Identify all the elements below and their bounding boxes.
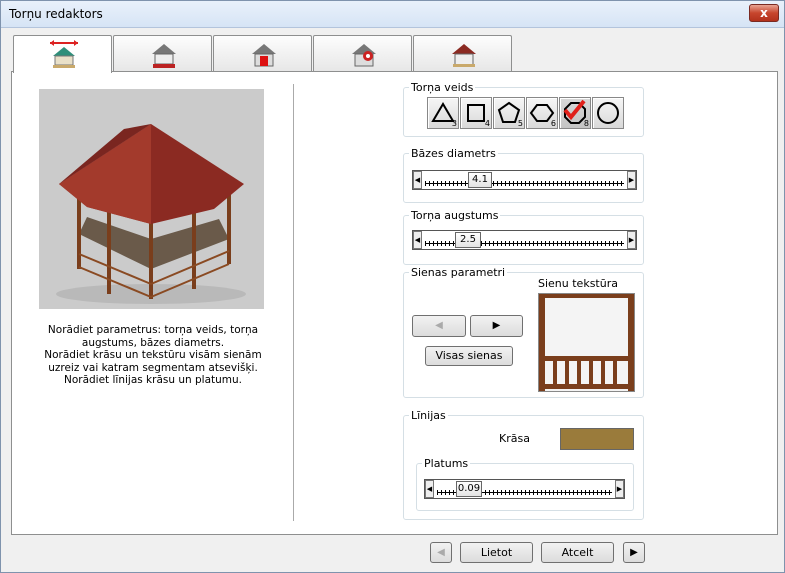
arrow-left-icon: ◀ — [435, 320, 443, 331]
slider-left-arrow-icon[interactable]: ◀ — [413, 231, 422, 249]
line-width-thumb[interactable]: 0.09 — [456, 481, 482, 497]
title-bar[interactable]: Torņu redaktors x — [1, 1, 784, 28]
panel-divider — [293, 84, 294, 521]
arrow-right-icon: ▶ — [630, 547, 638, 558]
shape-triangle-button[interactable]: 3 — [427, 97, 459, 129]
tab-roof[interactable] — [113, 35, 212, 71]
gazebo-roof-icon — [152, 44, 176, 68]
wall-texture-label: Sienu tekstūra — [538, 277, 618, 290]
base-diameter-label: Bāzes diametrs — [409, 147, 498, 160]
description-text: Norādiet parametrus: torņa veids, torņa … — [37, 324, 269, 387]
tower-height-slider[interactable]: ◀ 2.5 ▶ — [412, 230, 637, 250]
slider-right-arrow-icon[interactable]: ▶ — [627, 171, 636, 189]
arrow-left-icon: ◀ — [437, 547, 445, 558]
gazebo-preview-image — [39, 89, 264, 309]
shape-sides-label: 8 — [583, 119, 589, 128]
wall-params-label: Sienas parametri — [409, 266, 508, 279]
line-color-swatch[interactable] — [560, 428, 634, 450]
base-diameter-slider[interactable]: ◀ 4.1 ▶ — [412, 170, 637, 190]
all-walls-button[interactable]: Visas sienas — [425, 346, 513, 366]
lines-label: Līnijas — [409, 409, 448, 422]
tab-color[interactable] — [413, 35, 512, 71]
dialog-window: Torņu redaktors x Norādiet parametrus: t… — [0, 0, 785, 573]
shape-octagon-button[interactable]: 8 — [559, 97, 591, 129]
gazebo-settings-icon — [352, 44, 376, 67]
base-diameter-thumb[interactable]: 4.1 — [468, 172, 492, 188]
tower-height-thumb[interactable]: 2.5 — [455, 232, 481, 248]
shape-sides-label: 3 — [451, 119, 457, 128]
shape-square-button[interactable]: 4 — [460, 97, 492, 129]
gazebo-color-icon — [452, 44, 476, 67]
slider-right-arrow-icon[interactable]: ▶ — [627, 231, 636, 249]
shape-circle-button[interactable] — [592, 97, 624, 129]
description-line-2: Norādiet krāsu un tekstūru visām sienām … — [44, 349, 262, 386]
arrow-right-icon: ▶ — [492, 320, 501, 331]
shape-hexagon-button[interactable]: 6 — [526, 97, 558, 129]
close-button[interactable]: x — [749, 4, 779, 22]
tower-height-label: Torņa augstums — [409, 209, 501, 222]
tab-settings[interactable] — [313, 35, 412, 71]
shape-sides-label: 6 — [550, 119, 556, 128]
slider-left-arrow-icon[interactable]: ◀ — [413, 171, 422, 189]
footer-next-button[interactable]: ▶ — [623, 542, 645, 563]
tab-door[interactable] — [213, 35, 312, 71]
gazebo-dimensions-icon — [50, 40, 78, 68]
tower-type-label: Torņa veids — [409, 81, 476, 94]
gazebo-door-icon — [252, 44, 276, 67]
shape-sides-label: 4 — [484, 119, 490, 128]
wall-texture-preview[interactable] — [538, 293, 635, 392]
slider-left-arrow-icon[interactable]: ◀ — [425, 480, 434, 498]
line-color-label: Krāsa — [499, 432, 530, 445]
shape-pentagon-button[interactable]: 5 — [493, 97, 525, 129]
description-line-1: Norādiet parametrus: torņa veids, torņa … — [47, 324, 259, 349]
slider-right-arrow-icon[interactable]: ▶ — [615, 480, 624, 498]
footer-prev-button[interactable]: ◀ — [430, 542, 452, 563]
slider-track — [425, 174, 624, 186]
line-width-slider[interactable]: ◀ 0.09 ▶ — [424, 479, 625, 499]
tab-dimensions[interactable] — [13, 35, 112, 73]
line-width-label: Platums — [422, 457, 471, 470]
circle-icon — [597, 102, 619, 124]
apply-button[interactable]: Lietot — [460, 542, 533, 563]
next-wall-button[interactable]: ▶ — [470, 315, 523, 337]
shape-sides-label: 5 — [517, 119, 523, 128]
cancel-button[interactable]: Atcelt — [541, 542, 614, 563]
window-title: Torņu redaktors — [9, 7, 103, 21]
prev-wall-button[interactable]: ◀ — [412, 315, 466, 337]
